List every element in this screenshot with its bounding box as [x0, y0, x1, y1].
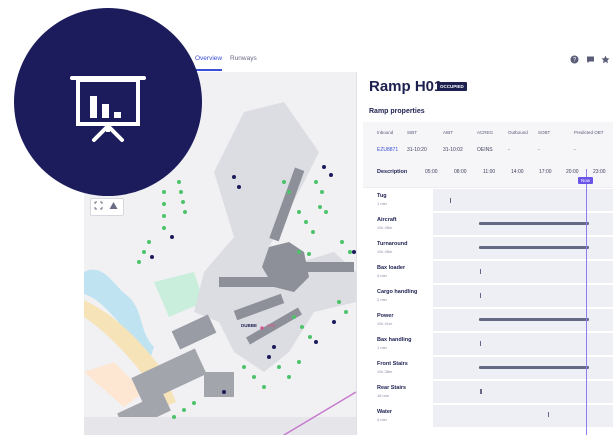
building-1	[171, 314, 217, 350]
task-bar[interactable]	[548, 412, 549, 417]
ramp-title: Ramp H01	[369, 78, 443, 95]
task-bar[interactable]	[479, 222, 589, 225]
task-duration: 1 min	[377, 201, 387, 206]
pier-east	[304, 262, 354, 272]
status-badge: OCCUPIED	[437, 82, 467, 91]
now-badge: Now	[578, 177, 594, 184]
hour-tick-label: 14:00	[511, 169, 524, 175]
task-duration: 18 min	[377, 393, 390, 398]
task-duration: 11h 45m	[377, 249, 393, 254]
now-indicator-line	[586, 169, 587, 435]
description-header: Description	[377, 169, 408, 175]
task-name: Turnaround	[377, 241, 408, 247]
section-title: Ramp properties	[369, 108, 425, 115]
header-sibt: SIBT	[407, 130, 418, 135]
building-4	[204, 372, 234, 397]
layers-icon[interactable]	[109, 201, 118, 212]
task-bar[interactable]	[480, 389, 482, 394]
header-predicted-obt: Predicted OBT	[574, 130, 604, 135]
task-name: Water	[377, 409, 393, 415]
map-controls	[90, 198, 124, 216]
task-name: Aircraft	[377, 217, 397, 223]
tab-runways[interactable]: Runways	[230, 55, 257, 62]
task-duration: 1 min	[377, 345, 387, 350]
task-bar[interactable]	[480, 293, 481, 298]
header-aibt: AIBT	[443, 130, 454, 135]
task-bar[interactable]	[480, 269, 481, 274]
hour-tick-label: 08:00	[454, 169, 467, 175]
task-duration: 4 min	[377, 417, 387, 422]
hour-tick-label: 17:00	[539, 169, 552, 175]
task-duration: 11h 38m	[377, 369, 393, 374]
hour-tick-label: 23:00	[593, 169, 606, 175]
runway-south	[84, 417, 356, 435]
task-name: Front Stairs	[377, 361, 408, 367]
stand-label: DUBBE	[241, 323, 258, 328]
task-duration: 11h 45m	[377, 225, 393, 230]
inbound-flight-link[interactable]: EZU8871	[377, 147, 398, 153]
hour-tick-label: 11:00	[483, 169, 496, 175]
help-icon[interactable]: ?	[570, 55, 579, 64]
stand-marker-selected[interactable]	[260, 326, 264, 330]
chat-icon[interactable]	[586, 55, 595, 64]
task-duration: 2 min	[377, 297, 387, 302]
task-name: Bax handling	[377, 337, 412, 343]
fit-view-icon[interactable]	[94, 201, 103, 212]
header-outbound: Outbound	[508, 130, 528, 135]
stand-label-ramp: H01	[267, 323, 276, 328]
row-divider	[363, 187, 613, 188]
task-bar[interactable]	[479, 246, 589, 249]
task-name: Cargo handling	[377, 289, 418, 295]
value-acreg: OEINS	[477, 147, 493, 153]
value-outbound: -	[508, 147, 510, 153]
presentation-chart-icon	[70, 76, 146, 142]
presentation-badge	[14, 8, 202, 196]
header-inbound: Inbound	[377, 130, 394, 135]
header-sobt: SOBT	[538, 130, 551, 135]
value-predicted-obt: -	[574, 147, 576, 153]
task-bar[interactable]	[480, 341, 481, 346]
task-name: Rear Stairs	[377, 385, 407, 391]
ramp-panel: Ramp H01 OCCUPIED Ramp properties Inboun…	[356, 72, 613, 435]
task-duration: 11h 41m	[377, 321, 393, 326]
task-bar[interactable]	[479, 318, 589, 321]
hour-tick-label: 05:00	[425, 169, 438, 175]
task-bar[interactable]	[450, 198, 451, 203]
task-name: Tug	[377, 193, 387, 199]
value-sibt: 31-10:20	[407, 147, 427, 153]
hour-tick-label: 20:00	[566, 169, 579, 175]
value-sobt: -	[538, 147, 540, 153]
value-aibt: 31-10:02	[443, 147, 463, 153]
header-acreg: ACREG	[477, 130, 494, 135]
task-duration: 4 min	[377, 273, 387, 278]
task-name: Bax loader	[377, 265, 406, 271]
task-bar[interactable]	[479, 366, 589, 369]
task-name: Power	[377, 313, 394, 319]
star-icon[interactable]	[601, 55, 610, 64]
pier-west	[219, 277, 274, 287]
